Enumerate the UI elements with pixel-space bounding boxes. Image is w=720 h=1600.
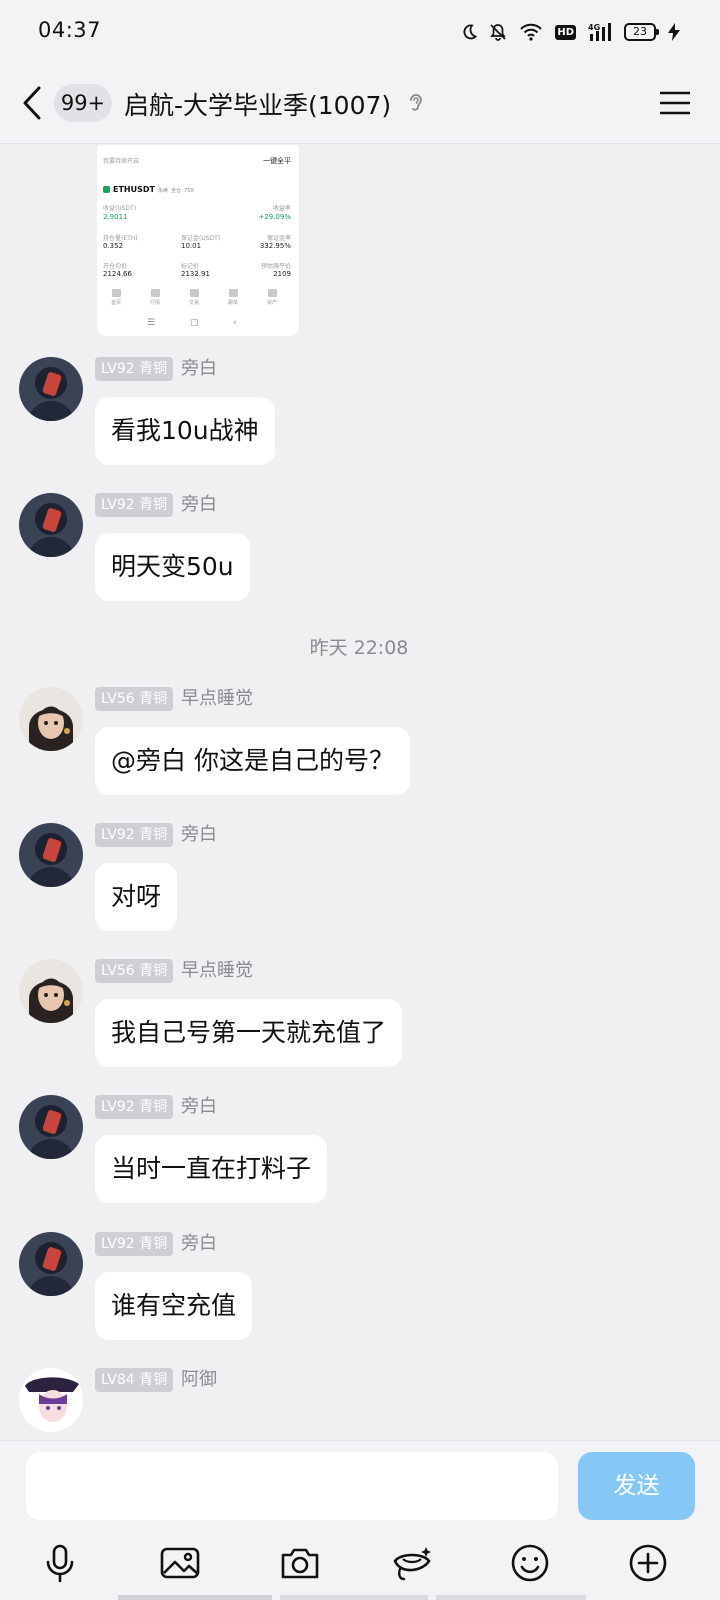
level-badge: LV92 青铜: [95, 357, 174, 381]
level-badge: LV92 青铜: [95, 493, 174, 517]
message-bubble[interactable]: 我自己号第一天就充值了: [95, 999, 403, 1067]
charging-icon: [668, 23, 680, 41]
level-badge: LV92 青铜: [95, 1095, 174, 1119]
status-time: 04:37: [38, 18, 102, 42]
red-packet-icon[interactable]: [390, 1541, 434, 1585]
message-bubble[interactable]: 看我10u战神: [95, 397, 275, 465]
stat-label: 标记价: [181, 263, 200, 270]
stat-value: 2132.91: [181, 270, 210, 278]
chat-header: 99+ 启航-大学毕业季(1007): [0, 62, 720, 144]
stat-label: 预估强平价: [260, 263, 291, 270]
sender-name[interactable]: 旁白: [181, 357, 217, 381]
group-title[interactable]: 启航-大学毕业季(1007): [124, 86, 391, 122]
message-list[interactable]: 我要持续开启 一键全平 ETHUSDT 永续 全仓 75X 收益(USDT) 2.90…: [0, 145, 720, 1440]
stat-label: 收益率: [272, 205, 291, 212]
stat-label: 持仓量(ETH): [103, 235, 138, 242]
level-badge: LV84 青铜: [95, 1368, 174, 1392]
level-badge: LV56 青铜: [95, 687, 174, 711]
avatar[interactable]: [19, 823, 83, 887]
sender-name[interactable]: 阿御: [181, 1368, 217, 1392]
message-bubble[interactable]: 当时一直在打料子: [95, 1135, 328, 1203]
hamburger-menu-icon[interactable]: [660, 90, 690, 116]
input-bar: 发送: [0, 1440, 720, 1600]
avatar[interactable]: [19, 959, 83, 1023]
stat-value: 2.9011: [103, 213, 128, 221]
hd-icon: HD: [555, 24, 576, 40]
level-badge: LV92 青铜: [95, 1232, 174, 1256]
avatar[interactable]: [19, 357, 83, 421]
scroll-indicator: [118, 1595, 272, 1600]
unread-count-badge[interactable]: 99+: [54, 84, 112, 122]
sender-name[interactable]: 旁白: [181, 493, 217, 517]
sender-name[interactable]: 旁白: [181, 1095, 217, 1119]
screenshot-nav-item: 跟单: [223, 289, 243, 306]
avatar[interactable]: [19, 493, 83, 557]
sender-name[interactable]: 旁白: [181, 823, 217, 847]
stat-value: 10.01: [181, 242, 202, 250]
input-toolbar: [0, 1541, 720, 1585]
wifi-icon: [520, 23, 543, 41]
sender-name[interactable]: 早点睡觉: [181, 687, 253, 711]
moon-icon: [463, 24, 478, 40]
message-bubble[interactable]: @旁白 你这是自己的号？: [95, 727, 410, 795]
svg-text:4G: 4G: [588, 23, 600, 32]
bell-muted-icon: [490, 24, 507, 41]
avatar[interactable]: [19, 1095, 83, 1159]
plus-icon[interactable]: [626, 1541, 670, 1585]
screenshot-close-all: 一键全平: [263, 157, 291, 165]
signal-4g-icon: 4G: [588, 23, 611, 41]
stat-value: 332.95%: [259, 242, 291, 250]
sender-name[interactable]: 早点睡觉: [181, 959, 253, 983]
message-bubble[interactable]: 明天变50u: [95, 533, 250, 601]
message-bubble[interactable]: 对呀: [95, 863, 178, 931]
emoji-icon[interactable]: [508, 1541, 552, 1585]
screenshot-nav-item: 行情: [145, 289, 165, 306]
chevron-left-icon[interactable]: [22, 86, 42, 120]
stat-label: 保证金(USDT): [181, 235, 221, 242]
battery-icon: 23: [624, 23, 659, 41]
avatar[interactable]: [19, 1368, 83, 1432]
stat-value: 2124.66: [103, 270, 132, 278]
screenshot-hint: 我要持续开启: [103, 158, 140, 165]
scroll-indicator: [280, 1595, 428, 1600]
screenshot-home-key: ▢: [190, 318, 199, 328]
screenshot-back-key: ‹: [233, 318, 237, 328]
stat-label: 保证金率: [266, 235, 291, 242]
image-icon[interactable]: [158, 1541, 202, 1585]
status-bar: 04:37 HD 4G 23: [0, 0, 720, 62]
shared-trading-screenshot[interactable]: 我要持续开启 一键全平 ETHUSDT 永续 全仓 75X 收益(USDT) 2.90…: [97, 145, 299, 336]
screenshot-nav-item: 交易: [184, 289, 204, 306]
camera-icon[interactable]: [278, 1541, 322, 1585]
stat-value: 0.352: [103, 242, 124, 250]
message-input[interactable]: [26, 1452, 558, 1520]
send-button[interactable]: 发送: [578, 1452, 695, 1520]
level-badge: LV56 青铜: [95, 959, 174, 983]
ear-icon[interactable]: [408, 92, 424, 114]
scroll-indicator: [436, 1595, 586, 1600]
stat-label: 收益(USDT): [103, 205, 137, 212]
screenshot-pair: ETHUSDT 永续 全仓 75X: [103, 185, 194, 194]
avatar[interactable]: [19, 687, 83, 751]
screenshot-menu-key: ☰: [147, 318, 156, 328]
microphone-icon[interactable]: [38, 1541, 82, 1585]
stat-label: 开仓均价: [103, 263, 128, 270]
screenshot-nav-item: 资产: [262, 289, 282, 306]
screenshot-nav-item: 首页: [106, 289, 126, 306]
avatar[interactable]: [19, 1232, 83, 1296]
stat-value: +29.09%: [258, 213, 291, 221]
level-badge: LV92 青铜: [95, 823, 174, 847]
stat-value: 2109: [273, 270, 291, 278]
status-icons: HD 4G 23: [461, 18, 680, 46]
timestamp-divider: 昨天 22:08: [309, 637, 409, 659]
message-bubble[interactable]: 谁有空充值: [95, 1272, 253, 1340]
sender-name[interactable]: 旁白: [181, 1232, 217, 1256]
